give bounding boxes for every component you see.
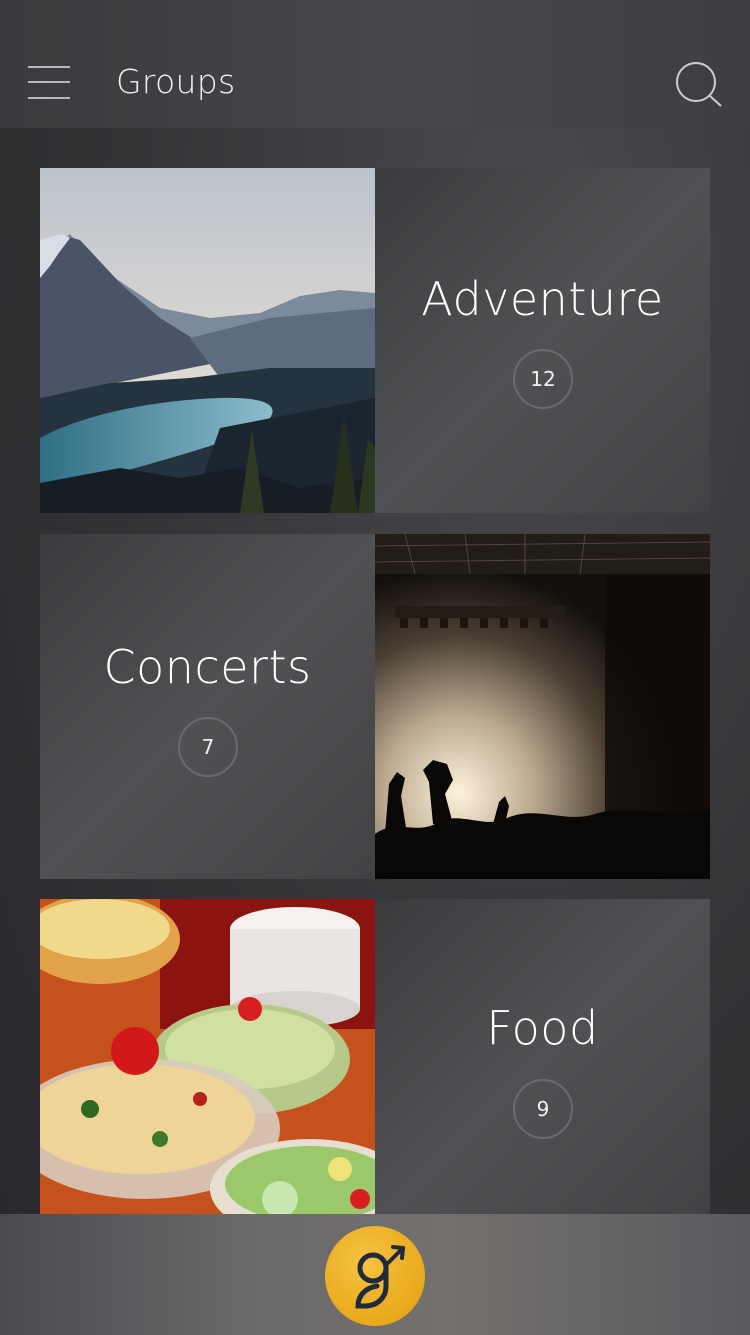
concert-crowd-photo <box>375 534 710 879</box>
buffet-salads-photo <box>40 899 375 1214</box>
search-icon[interactable] <box>674 60 724 110</box>
app-header: Groups <box>0 0 750 128</box>
app-logo-icon[interactable] <box>325 1226 425 1326</box>
group-card-adventure[interactable]: Adventure 12 <box>40 168 710 513</box>
group-info-food: Food 9 <box>375 899 710 1214</box>
group-info-concerts: Concerts 7 <box>40 534 375 879</box>
member-count-badge: 7 <box>178 717 238 777</box>
mountain-lake-photo <box>40 168 375 513</box>
hamburger-menu-icon[interactable] <box>28 64 72 102</box>
member-count-badge: 9 <box>513 1079 573 1139</box>
group-title: Adventure <box>421 272 664 326</box>
group-info-adventure: Adventure 12 <box>375 168 710 513</box>
page-title: Groups <box>116 62 236 101</box>
group-card-food[interactable]: Food 9 <box>40 899 710 1244</box>
member-count-badge: 12 <box>513 349 573 409</box>
group-title: Food <box>486 1001 599 1055</box>
bottom-bar <box>0 1214 750 1335</box>
group-card-concerts[interactable]: Concerts 7 <box>40 534 710 879</box>
group-title: Concerts <box>103 640 312 694</box>
